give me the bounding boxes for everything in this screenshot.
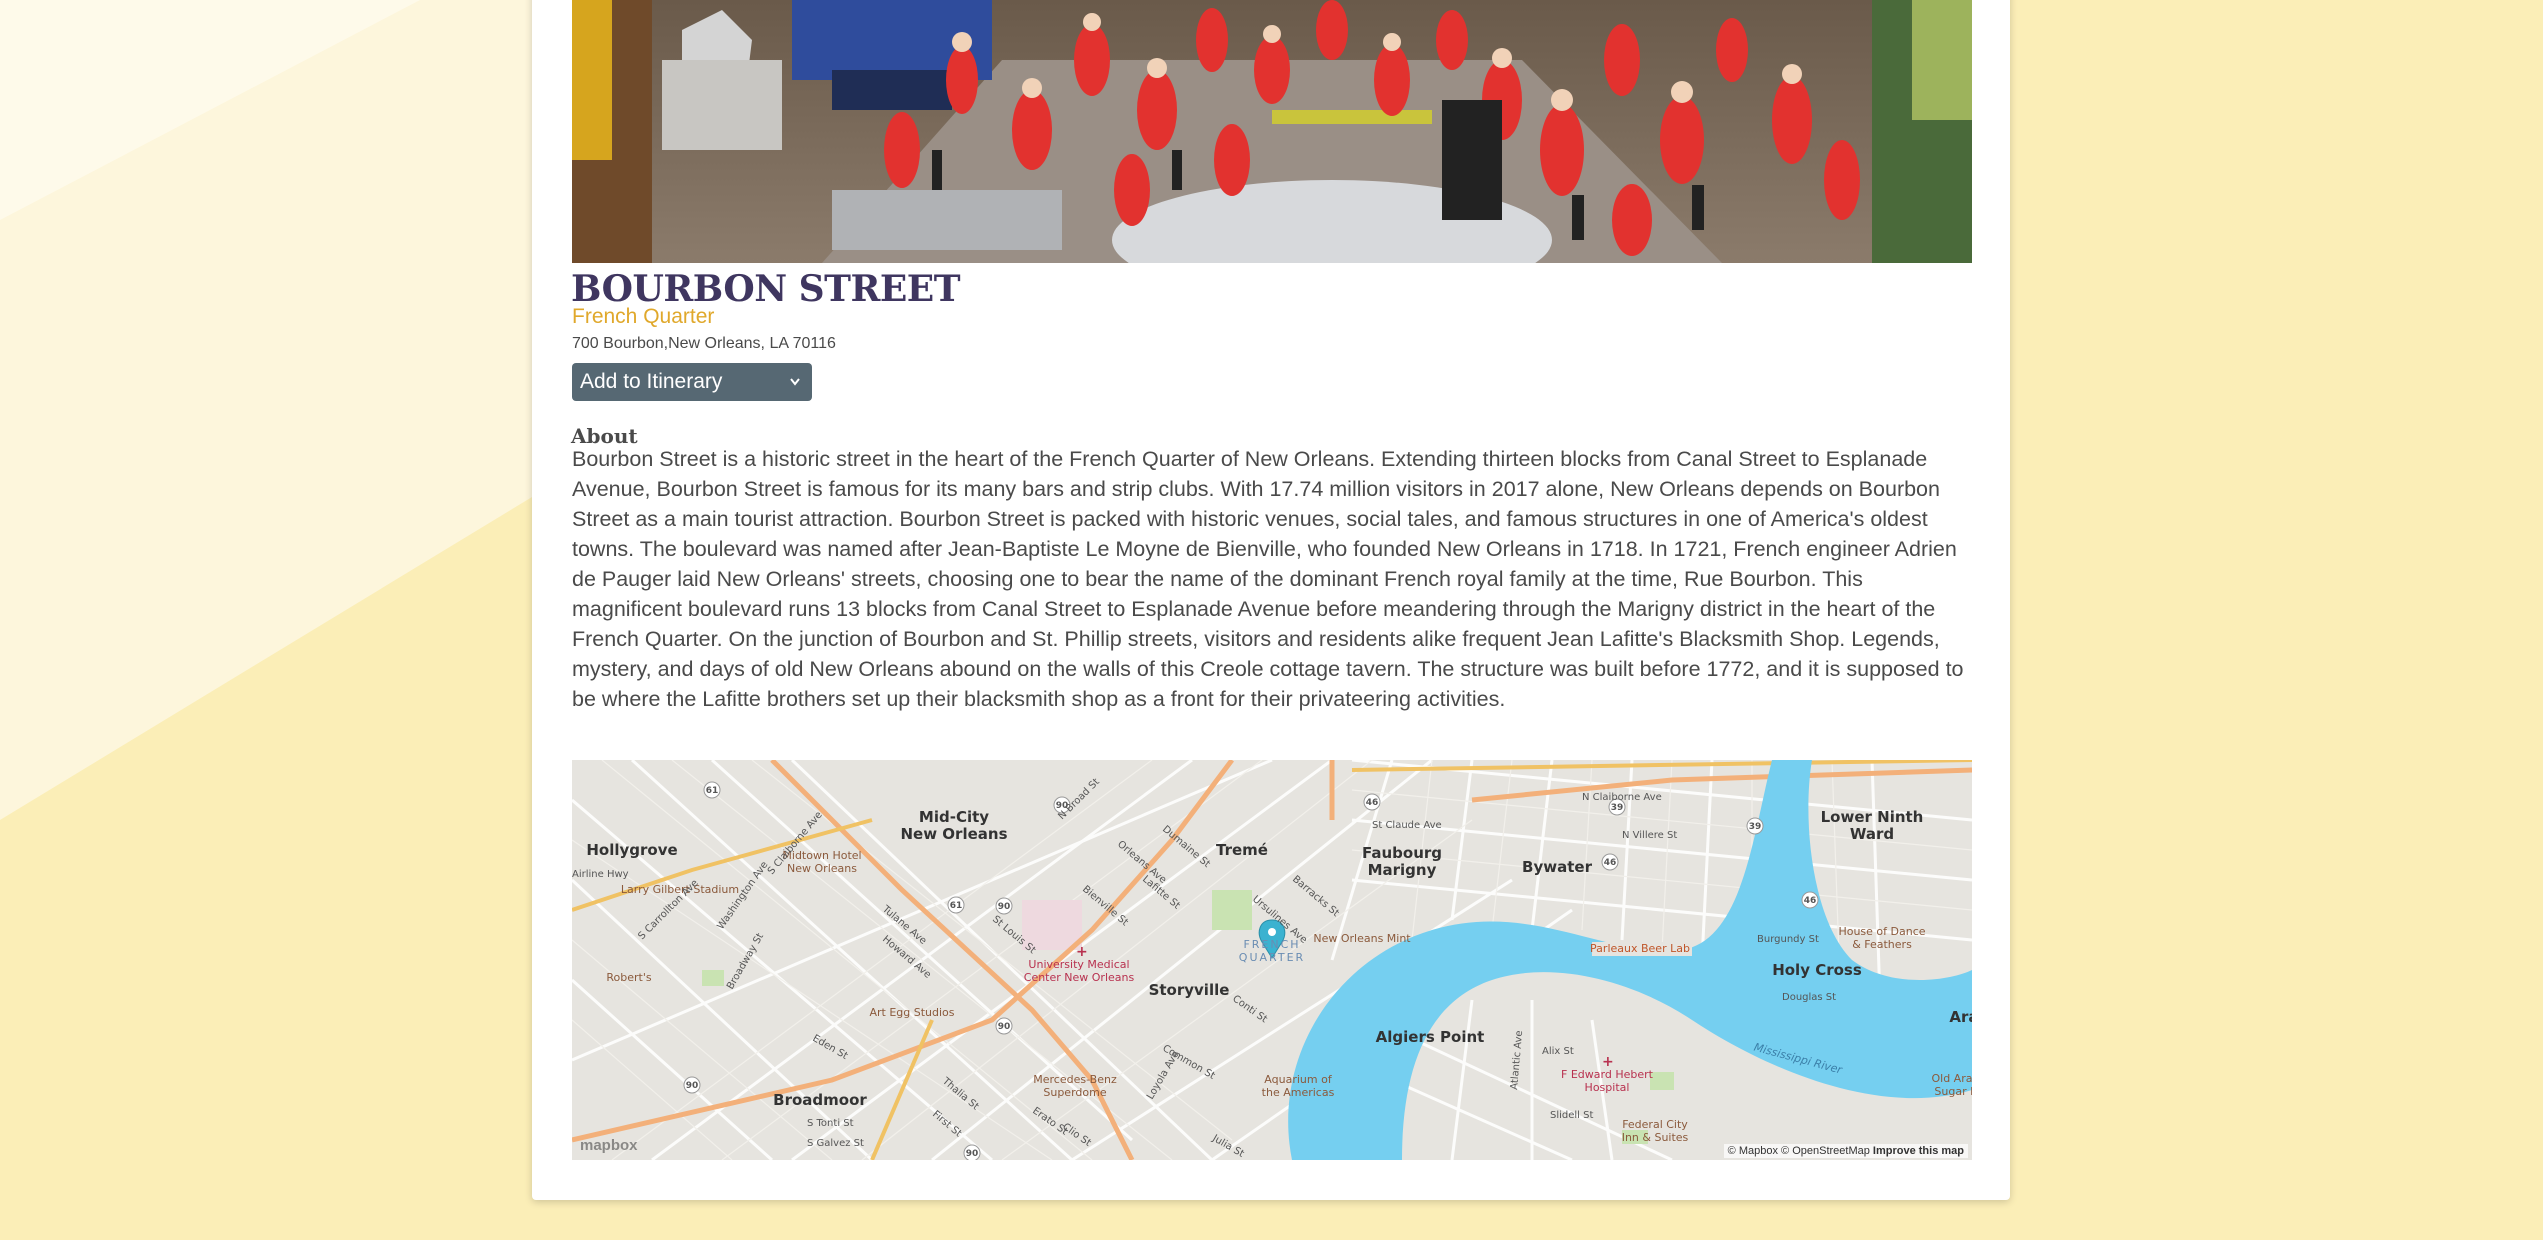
svg-text:Slidell St: Slidell St — [1550, 1110, 1593, 1121]
neighborhood-link[interactable]: French Quarter — [572, 304, 714, 330]
svg-text:39: 39 — [1749, 822, 1762, 832]
svg-text:St Claude Ave: St Claude Ave — [1372, 820, 1442, 831]
svg-text:Sugar M: Sugar M — [1934, 1085, 1972, 1098]
svg-text:61: 61 — [950, 901, 963, 911]
svg-text:New Orleans: New Orleans — [901, 825, 1008, 843]
svg-text:Holy Cross: Holy Cross — [1772, 961, 1862, 979]
svg-text:N Claiborne Ave: N Claiborne Ave — [1582, 792, 1662, 803]
svg-text:Hollygrove: Hollygrove — [586, 841, 677, 859]
svg-text:S Tonti St: S Tonti St — [807, 1118, 854, 1129]
map-attribution: © Mapbox © OpenStreetMap Improve this ma… — [1723, 1144, 1968, 1158]
svg-text:House of Dance: House of Dance — [1838, 925, 1925, 938]
svg-text:New Orleans: New Orleans — [787, 862, 857, 875]
svg-text:Marigny: Marigny — [1368, 861, 1437, 879]
svg-text:90: 90 — [998, 902, 1011, 912]
svg-text:Federal City: Federal City — [1622, 1118, 1688, 1131]
svg-text:Airline Hwy: Airline Hwy — [572, 869, 629, 880]
svg-text:& Feathers: & Feathers — [1852, 938, 1912, 951]
svg-text:N Villere St: N Villere St — [1622, 830, 1677, 841]
svg-text:F Edward Hebert: F Edward Hebert — [1561, 1068, 1654, 1081]
svg-text:Storyville: Storyville — [1149, 981, 1230, 999]
svg-text:Art Egg Studios: Art Egg Studios — [869, 1006, 954, 1019]
mapbox-attribution-link[interactable]: © Mapbox — [1728, 1145, 1778, 1157]
svg-text:Ward: Ward — [1850, 825, 1894, 843]
svg-text:61: 61 — [706, 786, 719, 796]
svg-text:University Medical: University Medical — [1028, 958, 1129, 971]
location-map[interactable]: + + 61 90 39 46 46 39 46 61 90 90 90 90 … — [572, 760, 1972, 1160]
svg-text:Old Arabi: Old Arabi — [1931, 1072, 1972, 1085]
svg-text:46: 46 — [1366, 798, 1379, 808]
svg-text:Superdome: Superdome — [1043, 1086, 1106, 1099]
svg-text:46: 46 — [1804, 896, 1817, 906]
svg-text:90: 90 — [998, 1022, 1011, 1032]
svg-text:Tremé: Tremé — [1216, 841, 1268, 859]
svg-text:90: 90 — [966, 1149, 979, 1159]
svg-text:Alix St: Alix St — [1542, 1046, 1574, 1057]
hero-photo — [572, 0, 1972, 263]
svg-text:Ara: Ara — [1949, 1008, 1972, 1026]
svg-text:Burgundy St: Burgundy St — [1757, 934, 1819, 945]
svg-text:Faubourg: Faubourg — [1362, 844, 1442, 862]
svg-text:Broadmoor: Broadmoor — [773, 1091, 867, 1109]
svg-text:Aquarium of: Aquarium of — [1264, 1073, 1333, 1086]
mapbox-logo[interactable]: mapbox — [580, 1137, 638, 1154]
svg-text:Robert's: Robert's — [606, 971, 651, 984]
chevron-down-icon — [788, 363, 802, 415]
svg-text:Douglas St: Douglas St — [1782, 992, 1836, 1003]
add-to-itinerary-dropdown[interactable]: Add to Itinerary — [572, 363, 812, 401]
osm-attribution-link[interactable]: © OpenStreetMap — [1781, 1145, 1870, 1157]
svg-text:S Galvez St: S Galvez St — [807, 1138, 864, 1149]
svg-text:QUARTER: QUARTER — [1239, 951, 1305, 964]
svg-text:Inn & Suites: Inn & Suites — [1622, 1131, 1689, 1144]
svg-text:Mercedes-Benz: Mercedes-Benz — [1033, 1073, 1117, 1086]
svg-text:Center New Orleans: Center New Orleans — [1024, 971, 1135, 984]
svg-text:Mid-City: Mid-City — [919, 808, 989, 826]
svg-text:New Orleans Mint: New Orleans Mint — [1313, 932, 1411, 945]
svg-text:Lower Ninth: Lower Ninth — [1821, 808, 1924, 826]
add-to-itinerary-label: Add to Itinerary — [580, 370, 723, 393]
svg-text:FRENCH: FRENCH — [1243, 938, 1300, 951]
about-text: Bourbon Street is a historic street in t… — [572, 447, 1964, 711]
svg-text:39: 39 — [1611, 803, 1624, 813]
svg-text:Parleaux Beer Lab: Parleaux Beer Lab — [1590, 942, 1690, 955]
svg-text:the Americas: the Americas — [1262, 1086, 1335, 1099]
svg-text:Bywater: Bywater — [1522, 858, 1593, 876]
improve-map-link[interactable]: Improve this map — [1873, 1145, 1964, 1157]
svg-text:Hospital: Hospital — [1585, 1081, 1630, 1094]
svg-text:46: 46 — [1604, 858, 1617, 868]
address: 700 Bourbon,New Orleans, LA 70116 — [572, 335, 836, 352]
svg-text:90: 90 — [686, 1081, 699, 1091]
svg-text:Algiers Point: Algiers Point — [1376, 1028, 1485, 1046]
